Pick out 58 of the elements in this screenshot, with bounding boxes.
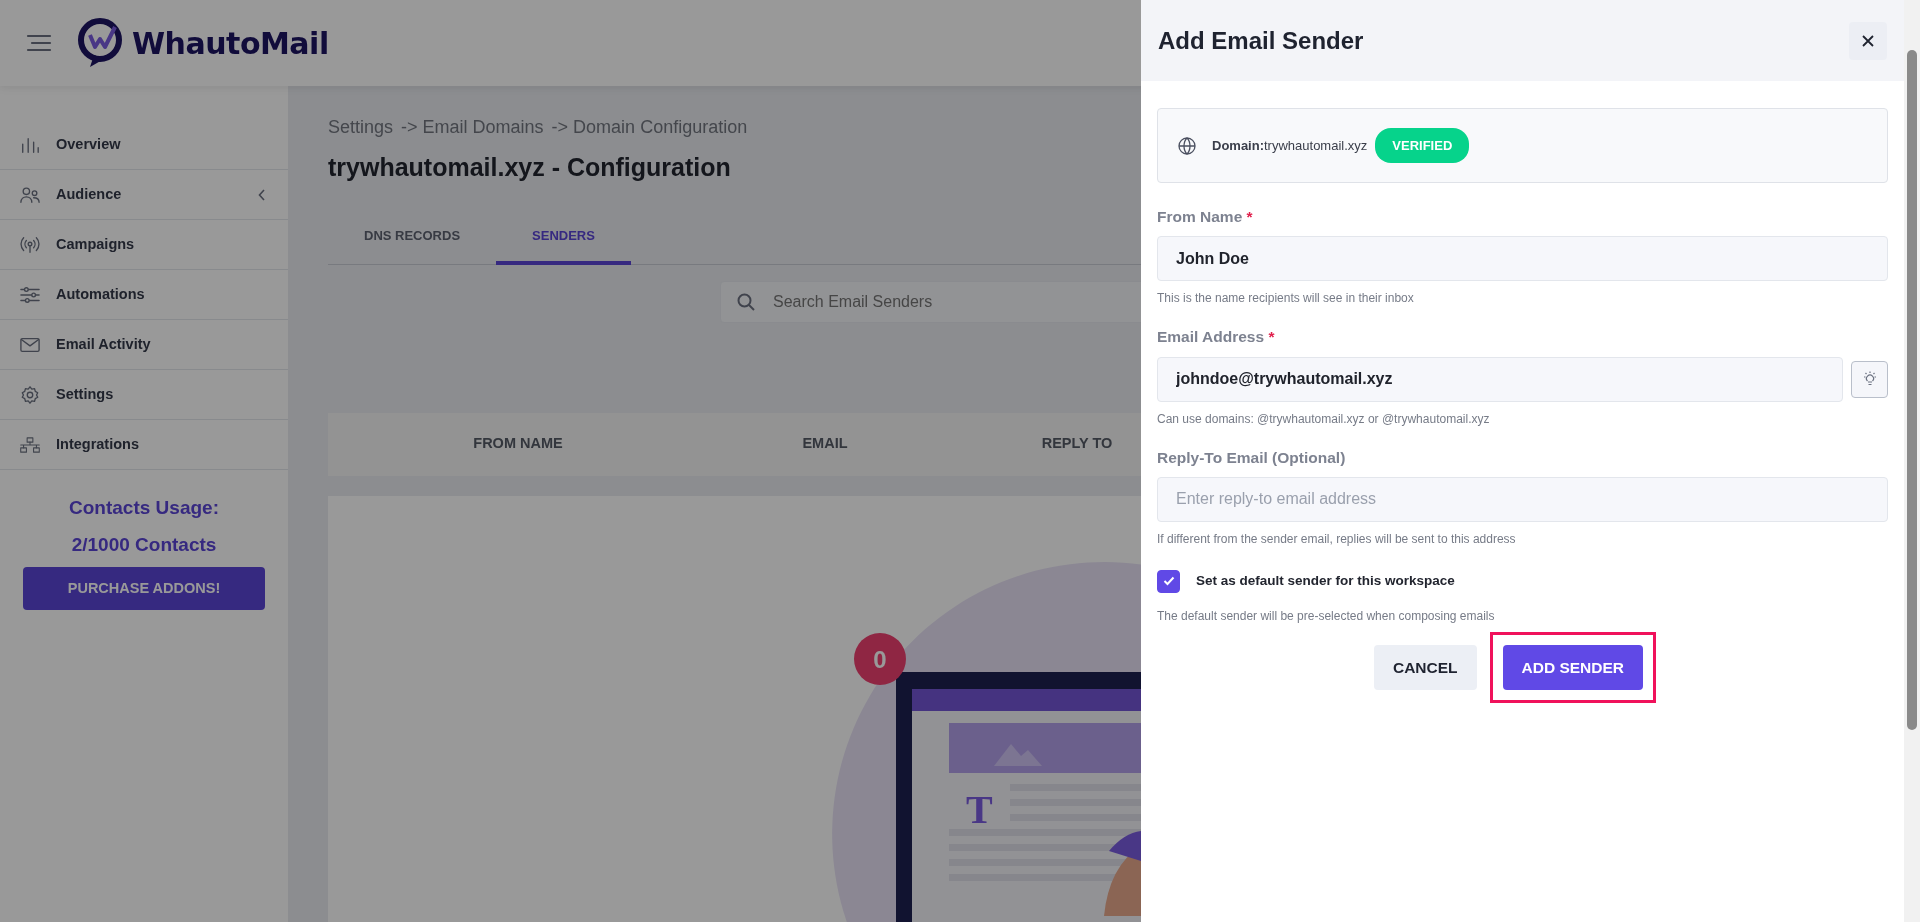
column-header: EMAIL [802, 435, 848, 452]
close-icon [1862, 34, 1874, 47]
help-text: This is the name recipients will see in their inbox [1157, 290, 1415, 308]
users-icon [20, 185, 40, 204]
column-header: REPLY TO [1041, 435, 1113, 452]
scrollbar[interactable] [1904, 0, 1920, 922]
letter-mark: T [966, 786, 993, 832]
breadcrumb-link[interactable]: -> Email Domains [401, 114, 544, 141]
count-badge: 0 [854, 632, 906, 685]
field-label: From Name [1157, 208, 1243, 225]
field-label: Reply-To Email (Optional) [1157, 448, 1346, 466]
search-icon [737, 292, 755, 311]
suggest-button[interactable] [1851, 360, 1888, 398]
sidebar-item[interactable]: Integrations [0, 420, 288, 470]
breadcrumb-link[interactable]: -> Domain Configuration [551, 114, 748, 141]
tab[interactable]: SENDERS [496, 210, 631, 265]
required-mark: * [1268, 328, 1275, 346]
sidebar-item[interactable]: Email Activity [0, 320, 288, 370]
sidebar-item[interactable]: Audience [0, 170, 288, 220]
required-mark: * [1246, 208, 1253, 225]
tab[interactable]: DNS RECORDS [328, 210, 497, 265]
status-badge: VERIFIED [1375, 127, 1470, 164]
domain-text: Domain:trywhautomail.xyz [1212, 136, 1368, 155]
sidebar-item[interactable]: Settings [0, 370, 288, 420]
add-sender-button[interactable]: ADD SENDER [1502, 644, 1644, 690]
field-label: Email Address [1157, 328, 1265, 346]
purchase-button[interactable]: PURCHASE ADDONS! [23, 567, 265, 610]
brand-name: WhautoMail [132, 24, 329, 63]
mail-icon [20, 335, 40, 354]
column-header: FROM NAME [473, 435, 563, 452]
usage-title: Contacts Usage: [68, 496, 220, 520]
globe-icon [1178, 136, 1196, 155]
close-button[interactable] [1849, 21, 1887, 60]
help-text: The default sender will be pre-selected when composing emails [1157, 607, 1496, 625]
chevron-icon [258, 188, 266, 201]
input-field[interactable]: Enter reply-to email address [1157, 476, 1888, 522]
check-icon [1162, 576, 1175, 587]
help-text: Can use domains: @trywhautomail.xyz or @trywhautomail.xyz [1157, 410, 1491, 428]
checkbox[interactable] [1157, 569, 1180, 593]
page-title: trywhautomail.xyz - Configuration [328, 152, 732, 183]
bar-chart-icon [20, 135, 40, 154]
menu-icon[interactable] [26, 34, 52, 52]
broadcast-icon [20, 235, 40, 254]
sidebar-item[interactable]: Automations [0, 270, 288, 320]
sidebar-item[interactable]: Campaigns [0, 220, 288, 270]
checkbox-label: Set as default sender for this workspace [1196, 572, 1455, 591]
panel-title: Add Email Sender [1158, 25, 1364, 56]
help-text: If different from the sender email, replies will be sent to this address [1157, 530, 1517, 548]
sliders-icon [20, 285, 40, 304]
input-field[interactable]: John Doe [1157, 236, 1888, 282]
cancel-button[interactable]: CANCEL [1373, 644, 1477, 690]
settings-icon [20, 384, 40, 405]
input-field[interactable]: johndoe@trywhautomail.xyz [1157, 356, 1843, 402]
logo-icon [76, 17, 124, 69]
lightbulb-icon [1861, 371, 1878, 387]
sidebar-item[interactable]: Overview [0, 120, 288, 170]
breadcrumb-link[interactable]: Settings [328, 114, 394, 141]
usage-count: 2/1000 Contacts [70, 532, 218, 557]
